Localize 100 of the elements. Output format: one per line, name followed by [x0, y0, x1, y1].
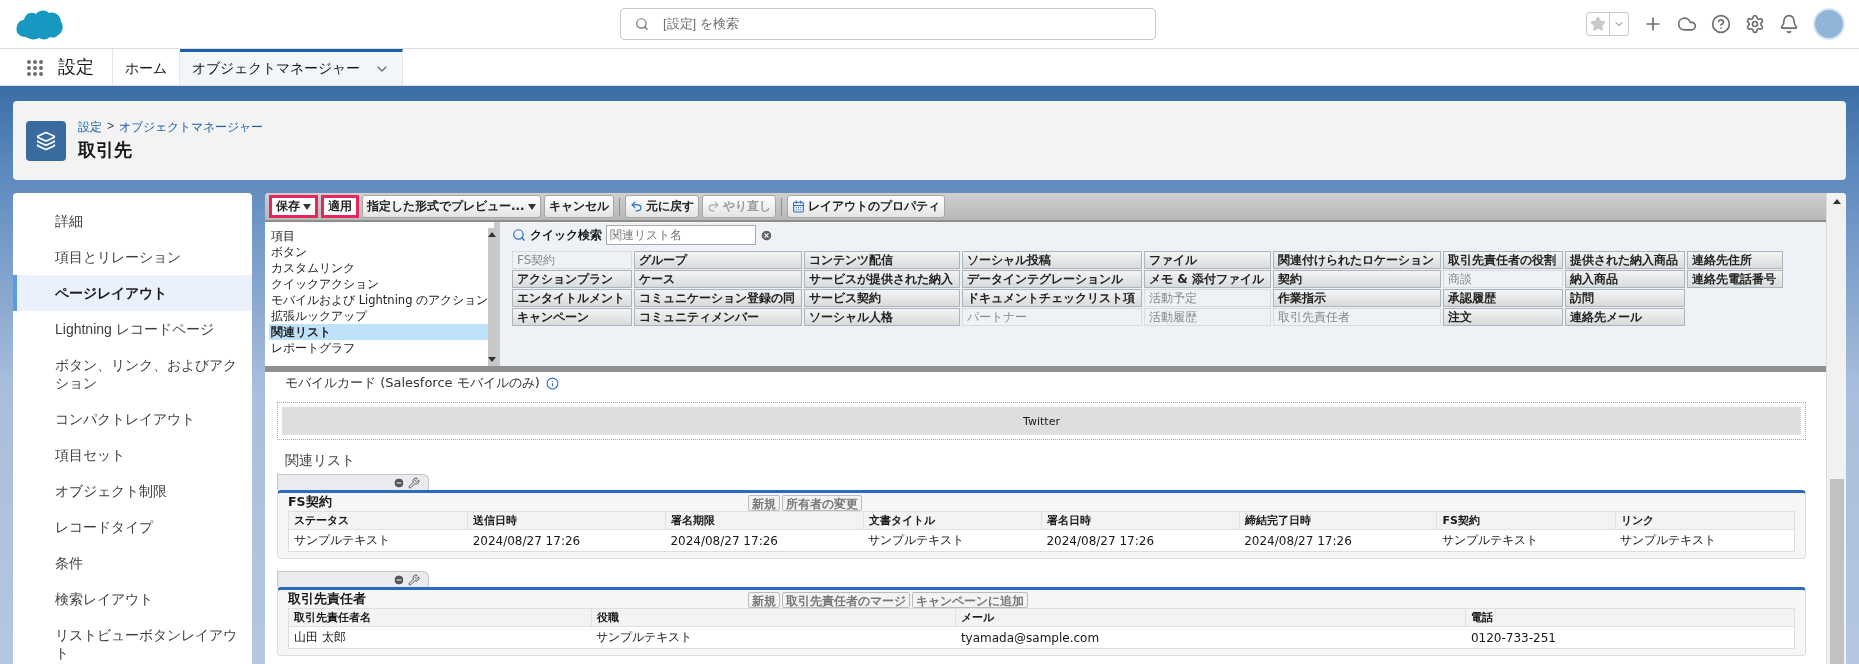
table-cell: 0120-733-251 — [1465, 626, 1795, 649]
palette-item[interactable]: アクションプラン — [512, 270, 632, 288]
breadcrumb-link[interactable]: 設定 — [78, 119, 102, 136]
table-cell: サンプルテキスト — [591, 626, 956, 649]
wrench-icon[interactable] — [408, 476, 420, 489]
category-item[interactable]: クイックアクション — [269, 276, 489, 292]
app-launcher-icon[interactable] — [26, 59, 44, 77]
search-field[interactable]: [設定] を検索 — [620, 8, 1156, 40]
search-icon — [512, 228, 526, 242]
table-cell: 2024/08/27 17:26 — [1239, 529, 1437, 552]
table-cell: サンプルテキスト — [288, 529, 468, 552]
bell-icon[interactable] — [1779, 14, 1799, 34]
palette-item[interactable]: 承認履歴 — [1442, 289, 1563, 307]
mobile-card[interactable]: Twitter — [282, 407, 1801, 435]
palette-item[interactable]: サービスが提供された納入 — [804, 270, 960, 288]
palette-item[interactable]: 関連付けられたロケーション — [1272, 251, 1441, 269]
category-item[interactable]: レポートグラフ — [269, 340, 489, 356]
palette-item[interactable]: 注文 — [1442, 308, 1563, 326]
palette-item[interactable]: 連絡先メール — [1564, 308, 1685, 326]
category-item[interactable]: 項目 — [269, 228, 489, 244]
category-item[interactable]: 関連リスト — [269, 324, 489, 340]
sidebar-item[interactable]: Lightning レコードページ — [13, 311, 252, 347]
scrollbar[interactable] — [1826, 193, 1846, 664]
list-button[interactable]: キャンペーンに追加 — [912, 591, 1028, 608]
breadcrumb-link[interactable]: オブジェクトマネージャー — [119, 119, 263, 136]
toolbar-button[interactable]: 元に戻す — [624, 195, 699, 218]
column-header: 署名日時 — [1041, 511, 1240, 530]
nav-tab[interactable]: オブジェクトマネージャー — [180, 49, 403, 85]
scrollbar[interactable] — [488, 228, 497, 366]
scroll-up-icon[interactable] — [1832, 199, 1841, 204]
list-button[interactable]: 新規 — [748, 494, 780, 511]
page-title: 取引先 — [78, 139, 133, 162]
sidebar-item[interactable]: リストビューボタンレイアウト — [13, 617, 252, 664]
sidebar-item[interactable]: ボタン、リンク、およびアクション — [13, 347, 252, 401]
category-item[interactable]: ボタン — [269, 244, 489, 260]
palette-item[interactable]: ドキュメントチェックリスト項 — [962, 289, 1142, 307]
list-button[interactable]: 新規 — [748, 591, 780, 608]
palette-item[interactable]: サービス契約 — [804, 289, 960, 307]
sidebar-item[interactable]: 条件 — [13, 545, 252, 581]
palette-item[interactable]: ソーシャル人格 — [804, 308, 960, 326]
clear-icon[interactable] — [760, 228, 773, 242]
palette-item[interactable]: 連絡先住所 — [1686, 251, 1783, 269]
drag-handle[interactable] — [277, 474, 429, 490]
sidebar-item[interactable]: レコードタイプ — [13, 509, 252, 545]
sidebar-item[interactable]: オブジェクト制限 — [13, 473, 252, 509]
sidebar-item[interactable]: ページレイアウト — [13, 275, 252, 311]
scroll-up-icon[interactable] — [488, 232, 497, 237]
related-list-title: FS契約 — [288, 494, 333, 511]
settings-icon[interactable] — [1745, 14, 1765, 34]
quick-search-field[interactable]: 関連リスト名 — [606, 225, 756, 245]
column-header: 役職 — [591, 608, 956, 627]
sidebar-item[interactable]: 項目セット — [13, 437, 252, 473]
palette-item[interactable]: メモ & 添付ファイル — [1144, 270, 1271, 288]
toolbar-button[interactable]: キャンセル — [543, 195, 614, 218]
column-header: 文書タイトル — [863, 511, 1042, 530]
palette-item[interactable]: 作業指示 — [1272, 289, 1441, 307]
drag-handle[interactable] — [277, 571, 429, 587]
list-button[interactable]: 所有者の変更 — [782, 494, 862, 511]
palette-item[interactable]: ケース — [634, 270, 802, 288]
sidebar-item[interactable]: 項目とリレーション — [13, 239, 252, 275]
sidebar-item[interactable]: 検索レイアウト — [13, 581, 252, 617]
palette-item[interactable]: 訪問 — [1564, 289, 1685, 307]
palette-item[interactable]: エンタイトルメント — [512, 289, 632, 307]
palette-item[interactable]: ファイル — [1144, 251, 1271, 269]
toolbar-button[interactable]: 保存 — [269, 195, 318, 218]
info-icon[interactable] — [545, 376, 559, 390]
palette-item[interactable]: コンテンツ配信 — [804, 251, 960, 269]
wrench-icon[interactable] — [408, 573, 420, 586]
remove-icon[interactable] — [393, 573, 405, 586]
related-list-title: 取引先責任者 — [288, 591, 367, 608]
palette-item[interactable]: コミュニケーション登録の同 — [634, 289, 802, 307]
sidebar-item[interactable]: 詳細 — [13, 203, 252, 239]
toolbar-button[interactable]: 適用 — [321, 195, 359, 218]
palette-item[interactable]: 提供された納入商品 — [1564, 251, 1685, 269]
cloud-icon[interactable] — [1677, 14, 1697, 34]
help-icon[interactable] — [1711, 14, 1731, 34]
palette-item[interactable]: ソーシャル投稿 — [962, 251, 1142, 269]
toolbar-button[interactable]: レイアウトのプロパティ — [786, 195, 945, 218]
palette-item[interactable]: 取引先責任者の役割 — [1442, 251, 1563, 269]
column-header: 電話 — [1465, 608, 1795, 627]
palette-item[interactable]: キャンペーン — [512, 308, 632, 326]
redo-icon — [706, 200, 720, 213]
palette-item[interactable]: コミュニティメンバー — [634, 308, 802, 326]
palette-item[interactable]: データインテグレーションル — [962, 270, 1142, 288]
layers-icon — [26, 120, 66, 161]
column-header: リンク — [1615, 511, 1795, 530]
column-header: ステータス — [288, 511, 468, 530]
list-button[interactable]: 取引先責任者のマージ — [782, 591, 910, 608]
palette-item[interactable]: 契約 — [1272, 270, 1441, 288]
sidebar-item[interactable]: コンパクトレイアウト — [13, 401, 252, 437]
palette-item[interactable]: グループ — [634, 251, 802, 269]
palette-item[interactable]: 連絡先電話番号 — [1686, 270, 1783, 288]
toolbar-button[interactable]: 指定した形式でプレビュー... — [362, 195, 541, 218]
scroll-down-icon[interactable] — [488, 357, 497, 362]
category-item[interactable]: モバイルおよび Lightning のアクション — [269, 292, 489, 308]
category-item[interactable]: カスタムリンク — [269, 260, 489, 276]
palette-item[interactable]: 納入商品 — [1564, 270, 1685, 288]
remove-icon[interactable] — [393, 476, 405, 489]
category-item[interactable]: 拡張ルックアップ — [269, 308, 489, 324]
column-header: 締結完了日時 — [1239, 511, 1437, 530]
